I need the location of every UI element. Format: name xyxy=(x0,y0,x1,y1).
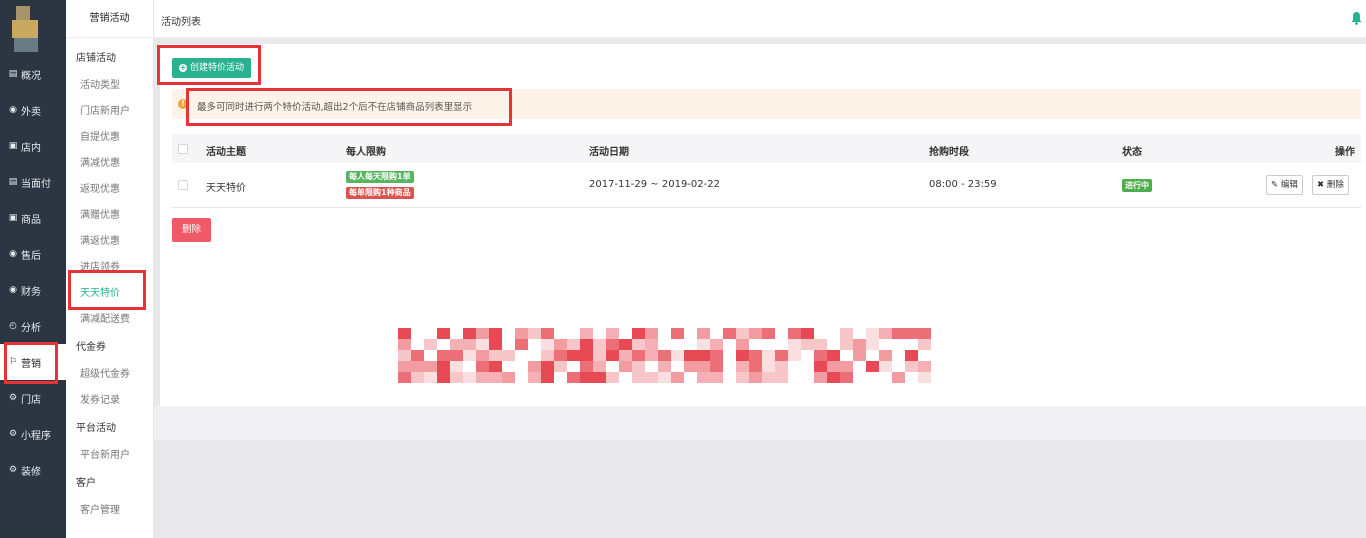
sub-link-spend-gift[interactable]: 满赠优惠 xyxy=(80,206,120,221)
row-checkbox[interactable] xyxy=(178,180,188,190)
bell-icon[interactable] xyxy=(1351,11,1362,25)
sidebar-item-delivery[interactable]: ◉ 外卖 xyxy=(0,92,66,128)
sidebar-item-face-pay[interactable]: ▤ 当面付 xyxy=(0,164,66,200)
column-header-time-slot: 抢购时段 xyxy=(929,147,969,158)
column-header-date: 活动日期 xyxy=(589,147,629,158)
status-badge: 进行中 xyxy=(1122,179,1152,192)
page-header: 活动列表 xyxy=(154,0,1366,38)
column-header-actions: 操作 xyxy=(1335,147,1355,158)
sub-group-store-activities: 店铺活动 xyxy=(76,53,116,64)
sub-link-cashback[interactable]: 返现优惠 xyxy=(80,180,120,195)
sidebar-item-after-sales[interactable]: ◉ 售后 xyxy=(0,236,66,272)
sub-group-customers: 客户 xyxy=(76,478,96,489)
limit-tag-per-order: 每单限购1种商品 xyxy=(346,187,414,199)
gear-icon: ⚙ xyxy=(8,465,18,475)
gear-icon: ⚙ xyxy=(8,429,18,439)
annotation-box-notice xyxy=(186,88,512,126)
sub-group-vouchers: 代金券 xyxy=(76,342,106,353)
sidebar-item-products[interactable]: ▣ 商品 xyxy=(0,200,66,236)
row-date: 2017-11-29 ~ 2019-02-22 xyxy=(589,179,720,190)
row-theme: 天天特价 xyxy=(206,183,246,194)
store-icon: ▣ xyxy=(8,141,18,151)
sidebar-item-overview[interactable]: ▤ 概况 xyxy=(0,56,66,92)
row-time-slot: 08:00 - 23:59 xyxy=(929,179,997,190)
gear-icon: ⚙ xyxy=(8,393,18,403)
column-header-limit: 每人限购 xyxy=(346,147,386,158)
table-header: 活动主题 每人限购 活动日期 抢购时段 状态 操作 xyxy=(172,134,1361,163)
bike-icon: ◉ xyxy=(9,105,17,115)
sub-link-activity-types[interactable]: 活动类型 xyxy=(80,76,120,91)
edit-button[interactable]: ✎ 编辑 xyxy=(1266,175,1303,195)
sidebar-item-decoration[interactable]: ⚙ 装修 xyxy=(0,452,66,488)
sub-link-spend-return[interactable]: 满返优惠 xyxy=(80,232,120,247)
limit-tag-per-day: 每人每天限购1单 xyxy=(346,171,414,183)
receipt-icon: ▤ xyxy=(8,177,18,187)
content-footer-band xyxy=(154,406,1366,440)
sub-link-customer-management[interactable]: 客户管理 xyxy=(80,501,120,516)
main-sidebar: ▤ 概况 ◉ 外卖 ▣ 店内 ▤ 当面付 ▣ 商品 ◉ 售后 ◉ 财务 ◴ 分析 ⚐ 营销 ⚙ 门店… xyxy=(0,0,66,538)
sub-link-super-voucher[interactable]: 超级代金券 xyxy=(80,365,130,380)
column-header-status: 状态 xyxy=(1122,147,1142,158)
yuan-icon: ◉ xyxy=(9,285,17,295)
sub-link-platform-new-users[interactable]: 平台新用户 xyxy=(80,446,130,461)
sub-link-voucher-records[interactable]: 发券记录 xyxy=(80,391,120,406)
sub-link-store-new-users[interactable]: 门店新用户 xyxy=(80,102,130,117)
annotation-box-marketing xyxy=(4,342,58,384)
sub-link-delivery-fee-reduce[interactable]: 满减配送费 xyxy=(80,310,130,325)
annotation-box-daily-special xyxy=(68,270,146,310)
pixelated-watermark xyxy=(398,328,938,388)
close-icon: ✖ xyxy=(1317,180,1325,190)
dashboard-icon: ▤ xyxy=(8,69,18,79)
secondary-sidebar: 营销活动 店铺活动 活动类型 门店新用户 自提优惠 满减优惠 返现优惠 满赠优惠… xyxy=(66,0,154,538)
sidebar-item-dine-in[interactable]: ▣ 店内 xyxy=(0,128,66,164)
activity-table: 活动主题 每人限购 活动日期 抢购时段 状态 操作 天天特价 每人每天限购1单 … xyxy=(172,134,1361,208)
annotation-box-create-button xyxy=(157,45,261,85)
sidebar-item-mini-program[interactable]: ⚙ 小程序 xyxy=(0,416,66,452)
table-row: 天天特价 每人每天限购1单 每单限购1种商品 2017-11-29 ~ 2019… xyxy=(172,163,1361,208)
analysis-icon: ◴ xyxy=(9,321,17,331)
select-all-checkbox[interactable] xyxy=(178,144,188,154)
sub-link-pickup-discount[interactable]: 自提优惠 xyxy=(80,128,120,143)
page-title: 活动列表 xyxy=(161,17,201,28)
sidebar-item-stores[interactable]: ⚙ 门店 xyxy=(0,380,66,416)
bag-icon: ▣ xyxy=(8,213,18,223)
sidebar-item-finance[interactable]: ◉ 财务 xyxy=(0,272,66,308)
secondary-sidebar-title: 营销活动 xyxy=(66,0,153,38)
sub-group-platform-activities: 平台活动 xyxy=(76,423,116,434)
edit-icon: ✎ xyxy=(1271,180,1279,190)
bulk-delete-button[interactable]: 删除 xyxy=(172,218,211,242)
column-header-theme: 活动主题 xyxy=(206,147,246,158)
sub-link-spend-reduce[interactable]: 满减优惠 xyxy=(80,154,120,169)
aftersale-icon: ◉ xyxy=(9,249,17,259)
row-delete-button[interactable]: ✖ 删除 xyxy=(1312,175,1349,195)
sidebar-item-analysis[interactable]: ◴ 分析 xyxy=(0,308,66,344)
avatar[interactable] xyxy=(12,6,40,52)
